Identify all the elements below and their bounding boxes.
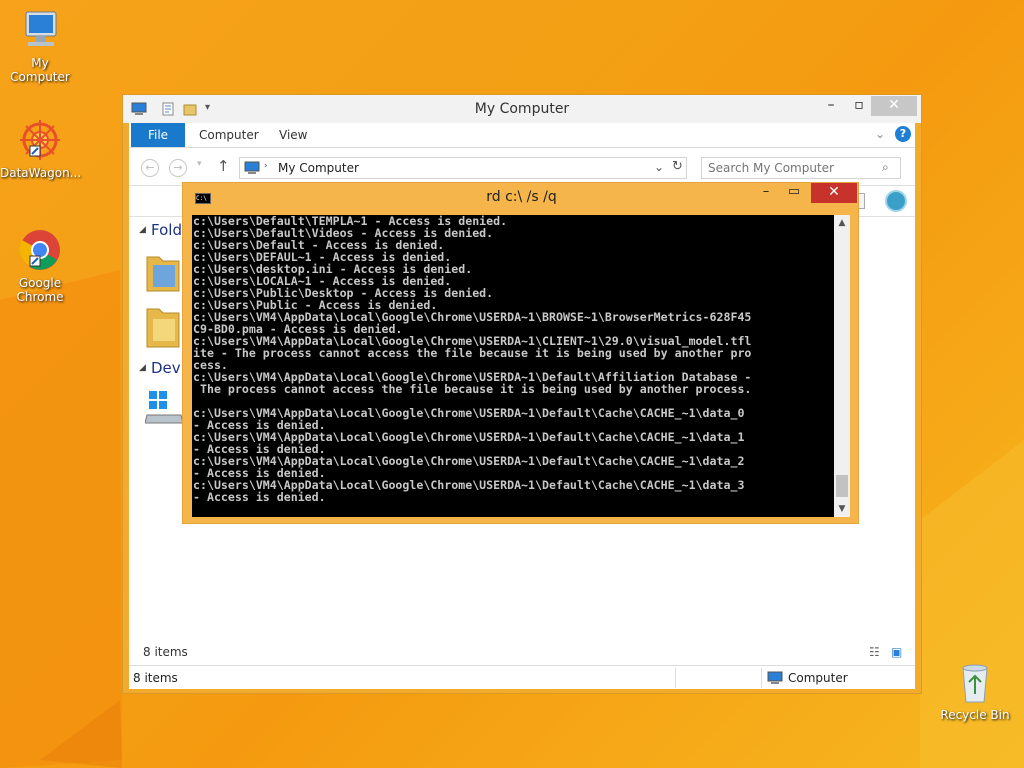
help-icon[interactable]: ? [895,126,911,142]
console-output[interactable]: c:\Users\Default\TEMPLA~1 - Access is de… [192,215,834,517]
desktop-icon-label: DataWagon... [0,166,82,180]
breadcrumb-chevron-icon: › [264,161,268,171]
large-icons-view-icon[interactable]: ▣ [891,645,902,659]
collapse-icon[interactable]: ◢ [139,225,146,235]
up-button[interactable]: ↑ [217,157,230,175]
search-box[interactable]: ⌕ [701,157,901,179]
section-header-devices[interactable]: Devi [151,359,185,377]
desktop-icon-label: Recycle Bin [940,708,1010,722]
minimize-button[interactable]: – [753,183,779,203]
maximize-button[interactable]: ▭ [781,183,807,203]
address-bar[interactable]: › My Computer ⌄ ↻ [239,157,687,179]
command-prompt-window: C:\ rd c:\ /s /q – ▭ ✕ c:\Users\Default\… [182,182,859,524]
datawagon-icon [20,120,60,160]
explorer-titlebar[interactable]: ▾ My Computer – ▫ ✕ [123,95,921,123]
status-location: Computer [788,671,848,685]
computer-icon [767,671,783,684]
back-button[interactable]: ← [141,159,159,177]
folder-icon[interactable] [143,251,183,293]
address-row: ← → ▾ ↑ › My Computer ⌄ ↻ ⌕ [129,147,915,185]
desktop-icon-label: Google Chrome [16,276,64,304]
ribbon-expand-icon[interactable]: ⌄ [875,127,885,141]
status-bar: 8 items Computer [129,665,915,689]
computer-icon [244,161,260,174]
drive-icon[interactable] [145,389,185,429]
minimize-button[interactable]: – [817,96,845,116]
close-button[interactable]: ✕ [871,96,917,116]
recent-locations-icon[interactable]: ▾ [197,159,202,169]
vertical-scrollbar[interactable]: ▲ ▼ [834,215,850,517]
desktop-icon-my-computer[interactable]: My Computer [0,8,80,84]
desktop-icon-label: My Computer [10,56,70,84]
console-text: c:\Users\Default\TEMPLA~1 - Access is de… [193,215,752,504]
window-title: My Computer [474,101,570,117]
scroll-thumb[interactable] [836,475,848,497]
tab-file[interactable]: File [131,123,185,147]
desktop-icon-recycle-bin[interactable]: Recycle Bin [935,660,1015,722]
scroll-down-icon[interactable]: ▼ [834,501,850,517]
folder-icon[interactable] [143,303,183,349]
globe-icon[interactable] [885,190,907,212]
status-divider [761,668,762,688]
breadcrumb: My Computer [278,161,359,175]
desktop-icon-datawagon[interactable]: DataWagon... [0,116,82,180]
details-view-icon[interactable]: ☷ [869,645,880,659]
maximize-button[interactable]: ▫ [845,96,873,116]
collapse-icon[interactable]: ◢ [139,363,146,373]
ribbon-tabs: File Computer View ⌄ ? [129,123,915,147]
item-count: 8 items [143,645,188,659]
search-input[interactable] [708,161,878,175]
search-icon[interactable]: ⌕ [882,160,889,175]
status-item-count: 8 items [133,671,178,685]
tab-computer[interactable]: Computer [199,123,259,147]
status-divider [675,668,676,688]
computer-icon [25,11,57,46]
desktop-icon-google-chrome[interactable]: Google Chrome [0,226,80,304]
refresh-icon[interactable]: ↻ [672,159,683,174]
tab-view[interactable]: View [279,123,307,147]
recycle-bin-icon [962,664,988,703]
chrome-icon [19,230,60,270]
scroll-up-icon[interactable]: ▲ [834,215,850,231]
address-dropdown-icon[interactable]: ⌄ [654,160,664,174]
forward-button[interactable]: → [169,159,187,177]
close-button[interactable]: ✕ [811,183,857,203]
